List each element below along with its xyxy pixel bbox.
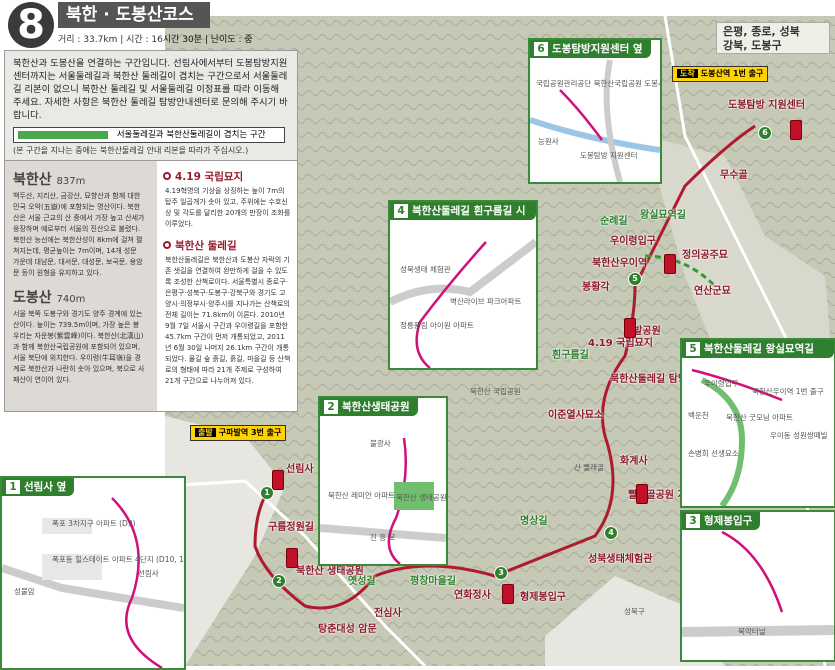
place-label[interactable]: 성북생태체험관 xyxy=(588,550,652,565)
map-label: 산 빨래골 xyxy=(574,463,604,472)
place-label[interactable]: 전심사 xyxy=(374,604,402,619)
inset-label: 우이령입구 xyxy=(704,379,739,388)
region-line2: 강북, 도봉구 xyxy=(723,39,782,52)
mountain-dobongsan-text: 서울 북쪽 도봉구와 경기도 양주 경계에 있는 산이다. 높이는 739.5m… xyxy=(13,310,145,384)
inset-1[interactable]: 1 선림사 옆 폭포 3차지구 아파트 (D9) 폭포동 힐스테이트 아파트 4단… xyxy=(0,476,186,670)
inset-map xyxy=(390,238,536,368)
park-label: 북한산 국립공원 xyxy=(470,387,521,396)
trail-label: 명상길 xyxy=(520,516,548,527)
place-label[interactable]: 연산군묘 xyxy=(694,282,731,297)
legend-bar: 서울둘레길과 북한산둘레길이 겹치는 구간 xyxy=(13,127,285,143)
place-label[interactable]: 무수골 xyxy=(720,166,748,181)
inset-marker-2[interactable]: 2 xyxy=(272,574,286,588)
mountain-bukhansan-text: 백두산, 지리산, 금강산, 묘향산과 함께 대한민국 오악(五嶽)에 포함되는… xyxy=(13,192,145,277)
inset-4[interactable]: 4 북한산둘레길 흰구름길 시작점 성북생태 체험관 벽산라이브 파크아파트 정릉… xyxy=(388,200,538,370)
stamp-pin[interactable] xyxy=(790,120,802,140)
inset-map xyxy=(691,368,783,506)
start-subway-tag: 출발 구파발역 3번 출구 xyxy=(190,425,287,441)
inset-label: 손병희 선생묘소 xyxy=(688,449,739,458)
stamp-pin[interactable] xyxy=(624,318,636,338)
course-title: 북한 · 도봉산코스 xyxy=(58,2,210,28)
end-subway-tag: 도착 도봉산역 1번 출구 xyxy=(672,66,769,82)
legend-label: 서울둘레길과 북한산둘레길이 겹치는 구간 xyxy=(116,130,266,140)
highlight-column: 4.19 국립묘지 4.19혁명의 기상을 상징하는 높이 7m의 탑주 일곱개… xyxy=(157,161,297,411)
inset-label: 백운천 xyxy=(688,411,709,420)
legend-green-swatch xyxy=(18,130,108,139)
highlight-dulle-title: 북한산 둘레길 xyxy=(163,238,293,253)
inset-label: 북한산 굿모닝 아파트 xyxy=(726,413,793,422)
inset-marker-1[interactable]: 1 xyxy=(260,486,274,500)
place-label[interactable]: 화계사 xyxy=(620,452,648,467)
inset-label: 북한산 레미안 아파트 xyxy=(328,491,395,500)
mountain-bukhansan-title: 북한산 837m xyxy=(13,172,86,188)
inset-label: 도봉탐방 지원센터 xyxy=(580,151,638,160)
inset-label: 선림사 xyxy=(138,569,159,578)
inset-label: 진 흥 로 xyxy=(370,533,396,542)
highlight-dulle-text: 북한산둘레길은 북한산과 도봉산 자락의 기존 샛길을 연결하여 완만하게 걸을… xyxy=(165,256,291,385)
inset-marker-4[interactable]: 4 xyxy=(604,526,618,540)
legend-note: (본 구간을 지나는 중에는 북한산둘레길 안내 리본을 따라가 주십시오.) xyxy=(13,146,249,155)
inset-label: 성북생태 체험관 xyxy=(400,265,451,274)
inset-label: 폭포 3차지구 아파트 (D9) xyxy=(52,519,136,528)
inset-2[interactable]: 2 북한산생태공원 불광사 북한산 레미안 아파트 북한산 생태공원 진 흥 로 xyxy=(318,396,448,566)
intro-panel: 북한산과 도봉산을 연결하는 구간입니다. 선림사에서부터 도봉탐방지원센터까지… xyxy=(4,50,298,162)
stamp-pin[interactable] xyxy=(272,470,284,490)
place-label[interactable]: 도봉탐방 지원센터 xyxy=(728,96,805,111)
trail-label: 옛성길 xyxy=(348,576,376,587)
inset-label: 불광사 xyxy=(370,439,391,448)
place-label[interactable]: 정의공주묘 xyxy=(682,246,728,261)
course-number-badge: 8 xyxy=(8,2,54,48)
stamp-pin[interactable] xyxy=(664,254,676,274)
place-label[interactable]: 형제봉입구 xyxy=(520,588,566,603)
region-box: 은평, 종로, 성북 강북, 도봉구 xyxy=(716,22,830,54)
inset-map xyxy=(682,530,834,637)
inset-6[interactable]: 6도봉탐방지원센터 옆 국립공원관리공단 북한산국립공원 도봉사무소 능원사 도… xyxy=(528,38,662,184)
place-label[interactable]: 이준열사묘소 xyxy=(548,406,603,421)
inset-marker-6[interactable]: 6 xyxy=(758,126,772,140)
inset-label: 정릉풍림 아이원 아파트 xyxy=(400,321,474,330)
region-line1: 은평, 종로, 성북 xyxy=(723,25,800,38)
inset-label: 성불암 xyxy=(14,587,35,596)
trail-label: 순례길 xyxy=(600,216,628,227)
highlight-419-title: 4.19 국립묘지 xyxy=(163,169,293,184)
place-label[interactable]: 우이령입구 xyxy=(610,232,656,247)
place-label[interactable]: 봉황각 xyxy=(582,278,610,293)
inset-5[interactable]: 5 북한산둘레길 왕실묘역길 시작점 우이령입구 북한산우이역 1번 출구 북한산… xyxy=(680,338,835,508)
inset-label: 폭포동 힐스테이트 아파트 4단지 (D10, 11) xyxy=(52,555,186,564)
info-panel: 북한산 837m 백두산, 지리산, 금강산, 묘향산과 함께 대한민국 오악(… xyxy=(4,160,298,412)
trail-label: 흰구름길 xyxy=(552,350,589,361)
place-label[interactable]: 구름정원길 xyxy=(268,518,314,533)
mountain-column: 북한산 837m 백두산, 지리산, 금강산, 묘향산과 함께 대한민국 오악(… xyxy=(5,161,151,411)
inset-label: 북악터널 xyxy=(738,627,766,636)
map-label: 성북구 xyxy=(624,607,645,616)
stamp-pin[interactable] xyxy=(636,484,648,504)
place-label[interactable]: 선림사 xyxy=(286,460,314,475)
inset-marker-5[interactable]: 5 xyxy=(628,272,642,286)
inset-label: 벽산라이브 파크아파트 xyxy=(450,297,522,306)
inset-marker-3[interactable]: 3 xyxy=(494,566,508,580)
inset-label: 우이동 성원쌍떼빌 xyxy=(770,431,828,440)
place-label[interactable]: 북한산우이역 xyxy=(592,254,647,269)
trail-label: 왕실묘역길 xyxy=(640,210,686,221)
course-stats: 거리 : 33.7km | 시간 : 16시간 30분 | 난이도 : 중 xyxy=(58,35,253,45)
mountain-dobongsan-title: 도봉산 740m xyxy=(13,290,86,306)
inset-label: 북한산 생태공원 xyxy=(396,493,447,502)
inset-label: 능원사 xyxy=(538,137,559,146)
place-label[interactable]: 탕춘대성 암문 xyxy=(318,620,377,635)
stamp-pin[interactable] xyxy=(502,584,514,604)
inset-label: 북한산우이역 1번 출구 xyxy=(752,387,824,396)
inset-3[interactable]: 3 형제봉입구 북악터널 xyxy=(680,510,835,662)
trail-label: 평창마을길 xyxy=(410,576,456,587)
intro-text: 북한산과 도봉산을 연결하는 구간입니다. 선림사에서부터 도봉탐방지원센터까지… xyxy=(13,58,288,121)
inset-label: 국립공원관리공단 북한산국립공원 도봉사무소 xyxy=(536,79,660,88)
course-header-page: 8 북한 · 도봉산코스 거리 : 33.7km | 시간 : 16시간 30분… xyxy=(4,0,304,48)
place-label[interactable]: 연화정사 xyxy=(454,586,491,601)
highlight-419-text: 4.19혁명의 기상을 상징하는 높이 7m의 탑주 일곱개가 솟아 있고, 주… xyxy=(165,187,291,228)
stamp-pin[interactable] xyxy=(286,548,298,568)
